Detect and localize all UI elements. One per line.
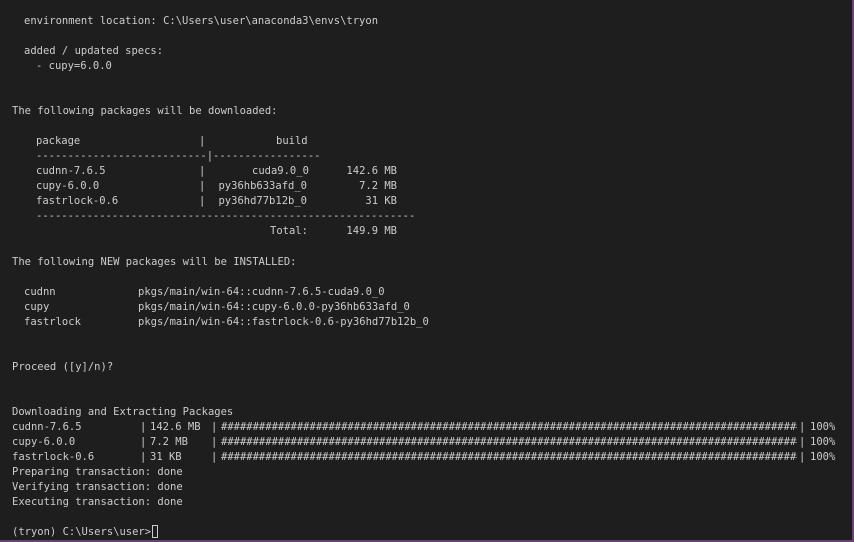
command-prompt-line[interactable]: (tryon) C:\Users\user> — [12, 525, 159, 540]
progress-bar: ########################################… — [221, 450, 797, 465]
extract-row-divider: | — [140, 436, 147, 448]
download-total-label: Total: — [270, 225, 308, 237]
install-row-spec: pkgs/main/win-64::fastrlock-0.6-py36hd77… — [138, 316, 429, 328]
download-header-build: build — [276, 135, 308, 147]
extract-title: Downloading and Extracting Packages — [12, 406, 234, 418]
progress-bar: ########################################… — [221, 420, 797, 435]
download-row-size: 142.6 MB — [346, 165, 397, 177]
download-total-value: 149.9 MB — [346, 225, 397, 237]
extract-row-name: cupy-6.0.0 — [12, 436, 76, 448]
progress-bar-fill: ########################################… — [221, 421, 797, 433]
extract-row-divider: | — [799, 421, 806, 433]
install-row-spec: pkgs/main/win-64::cudnn-7.6.5-cuda9.0_0 — [138, 286, 385, 298]
download-row-size: 31 KB — [365, 195, 397, 207]
download-header-divider: | — [199, 135, 206, 147]
env-location-line: environment location: C:\Users\user\anac… — [24, 14, 378, 29]
download-row-size: 7.2 MB — [359, 180, 397, 192]
progress-bar: ########################################… — [221, 435, 797, 450]
extract-row-name: cudnn-7.6.5 — [12, 421, 82, 433]
text-cursor[interactable] — [152, 525, 159, 538]
env-location-path: C:\Users\user\anaconda3\envs\tryon — [163, 15, 379, 27]
extract-row-size: 142.6 MB — [150, 421, 201, 433]
download-row-build: py36hb633afd_0 — [218, 180, 307, 192]
install-row-name: cudnn — [24, 286, 56, 298]
terminal-window[interactable]: environment location: C:\Users\user\anac… — [0, 0, 854, 542]
extract-row-percent: 100% — [810, 451, 836, 463]
proceed-prompt: Proceed ([y]/n)? — [12, 361, 114, 373]
extract-row-divider: | — [799, 451, 806, 463]
transaction-line: Executing transaction: done — [12, 496, 183, 508]
download-row-package: cudnn-7.6.5 — [36, 165, 106, 177]
command-prompt: (tryon) C:\Users\user> — [12, 526, 152, 538]
env-location-label: environment location: — [24, 15, 157, 27]
extract-row-size: 7.2 MB — [150, 436, 188, 448]
spec-item: - cupy=6.0.0 — [36, 60, 112, 72]
download-row-divider: | — [199, 165, 206, 177]
extract-row-divider: | — [140, 451, 147, 463]
extract-row-divider: | — [799, 436, 806, 448]
download-row-divider: | — [199, 195, 206, 207]
sep-right: ----------------- — [213, 150, 321, 162]
download-total-sep: ----------------------------------------… — [36, 210, 416, 222]
extract-row-size: 31 KB — [150, 451, 182, 463]
extract-row-percent: 100% — [810, 436, 836, 448]
sep-left: --------------------------- — [36, 150, 207, 162]
install-row-spec: pkgs/main/win-64::cupy-6.0.0-py36hb633af… — [138, 301, 410, 313]
download-title: The following packages will be downloade… — [12, 105, 278, 117]
extract-row-divider: | — [211, 436, 218, 448]
progress-bar-fill: ########################################… — [221, 436, 797, 448]
extract-row-name: fastrlock-0.6 — [12, 451, 95, 463]
download-row-divider: | — [199, 180, 206, 192]
download-row-build: py36hd77b12b_0 — [218, 195, 307, 207]
download-header-sep: ---------------------------|------------… — [36, 150, 321, 162]
install-title: The following NEW packages will be INSTA… — [12, 256, 297, 268]
extract-row-divider: | — [140, 421, 147, 433]
download-row-package: cupy-6.0.0 — [36, 180, 100, 192]
transaction-line: Verifying transaction: done — [12, 481, 183, 493]
install-row-name: cupy — [24, 301, 50, 313]
transaction-line: Preparing transaction: done — [12, 466, 183, 478]
extract-row-percent: 100% — [810, 421, 836, 433]
specs-title: added / updated specs: — [24, 45, 164, 57]
install-row-name: fastrlock — [24, 316, 81, 328]
extract-row-divider: | — [211, 421, 218, 433]
download-row-package: fastrlock-0.6 — [36, 195, 119, 207]
download-header-package: package — [36, 135, 81, 147]
extract-row-divider: | — [211, 451, 218, 463]
download-row-build: cuda9.0_0 — [252, 165, 309, 177]
progress-bar-fill: ########################################… — [221, 451, 797, 463]
